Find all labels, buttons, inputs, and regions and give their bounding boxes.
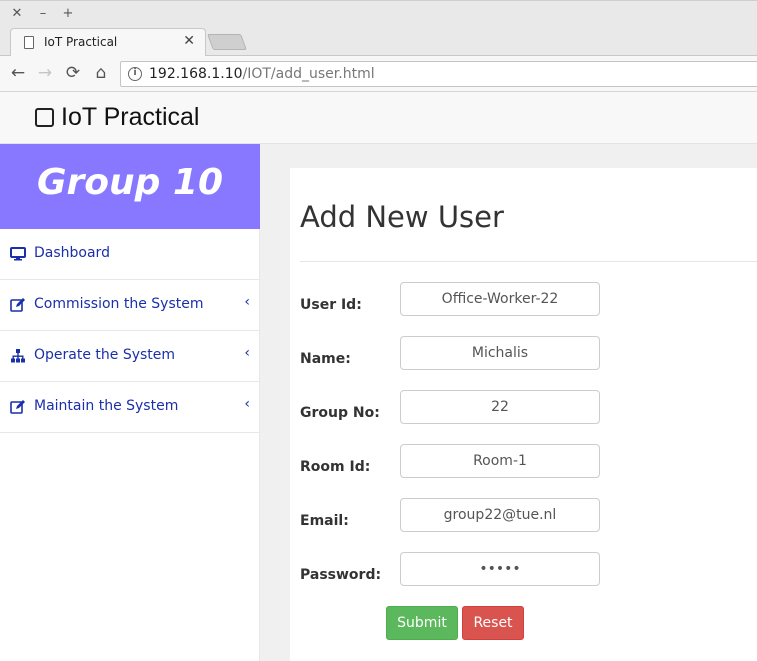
- page-title: Add New User: [300, 200, 504, 234]
- sitemap-icon: [11, 349, 25, 363]
- group-no-label: Group No:: [300, 405, 380, 421]
- tab-title: IoT Practical: [44, 35, 118, 49]
- reset-button[interactable]: Reset: [462, 606, 524, 640]
- reload-icon[interactable]: ⟳: [63, 64, 83, 82]
- window-minimize-icon[interactable]: –: [36, 6, 50, 22]
- new-tab-button[interactable]: [207, 34, 247, 50]
- sidebar-item-label: Maintain the System: [34, 398, 179, 414]
- room-id-input[interactable]: [400, 444, 600, 478]
- browser-toolbar: ← → ⟳ ⌂ i 192.168.1.10/IOT/add_user.html: [0, 56, 757, 92]
- desktop-icon: [10, 247, 26, 261]
- address-bar[interactable]: i 192.168.1.10/IOT/add_user.html: [120, 61, 757, 87]
- user-id-label: User Id:: [300, 297, 362, 313]
- app-navbar: IoT Practical: [0, 92, 757, 144]
- group-banner: Group 10: [0, 144, 260, 229]
- title-divider: [300, 261, 757, 262]
- forward-icon[interactable]: →: [35, 64, 55, 82]
- add-user-panel: Add New User User Id: Name: Group No: Ro…: [290, 168, 757, 661]
- window-maximize-icon[interactable]: +: [61, 6, 75, 22]
- sidebar-item-label: Operate the System: [34, 347, 176, 363]
- edit-icon: [10, 298, 25, 312]
- tab-close-icon[interactable]: ✕: [183, 33, 195, 49]
- chevron-left-icon[interactable]: ‹: [244, 294, 250, 310]
- url-path: /IOT/add_user.html: [242, 66, 375, 82]
- email-input[interactable]: [400, 498, 600, 532]
- chevron-left-icon[interactable]: ‹: [244, 396, 250, 412]
- name-input[interactable]: [400, 336, 600, 370]
- sidebar-item-label: Commission the System: [34, 296, 204, 312]
- password-label: Password:: [300, 567, 382, 583]
- user-id-input[interactable]: [400, 282, 600, 316]
- brand-title[interactable]: IoT Practical: [61, 103, 199, 132]
- sidebar-item-commission[interactable]: Commission the System ‹: [0, 280, 260, 331]
- edit-icon: [10, 400, 25, 414]
- back-icon[interactable]: ←: [8, 64, 28, 82]
- sidebar-item-maintain[interactable]: Maintain the System ‹: [0, 382, 260, 433]
- info-icon[interactable]: i: [128, 67, 142, 81]
- room-id-label: Room Id:: [300, 459, 371, 475]
- sidebar-item-label: Dashboard: [34, 245, 110, 261]
- name-label: Name:: [300, 351, 351, 367]
- sidebar-item-operate[interactable]: Operate the System ‹: [0, 331, 260, 382]
- home-icon[interactable]: ⌂: [91, 64, 111, 82]
- sidebar-item-dashboard[interactable]: Dashboard: [0, 229, 260, 280]
- email-label: Email:: [300, 513, 349, 529]
- browser-tab[interactable]: IoT Practical ✕: [10, 28, 206, 56]
- window-titlebar: ✕ – +: [0, 0, 757, 26]
- group-no-input[interactable]: [400, 390, 600, 424]
- page-favicon-icon: [24, 36, 34, 49]
- sidebar: Group 10 Dashboard Commission the System…: [0, 144, 260, 661]
- submit-button[interactable]: Submit: [386, 606, 458, 640]
- url-text: 192.168.1.10/IOT/add_user.html: [149, 66, 375, 82]
- chevron-left-icon[interactable]: ‹: [244, 345, 250, 361]
- group-name: Group 10: [36, 162, 224, 203]
- brand-square-icon: [35, 108, 54, 127]
- password-input[interactable]: [400, 552, 600, 586]
- url-host: 192.168.1.10: [149, 66, 243, 82]
- window-close-icon[interactable]: ✕: [10, 6, 24, 22]
